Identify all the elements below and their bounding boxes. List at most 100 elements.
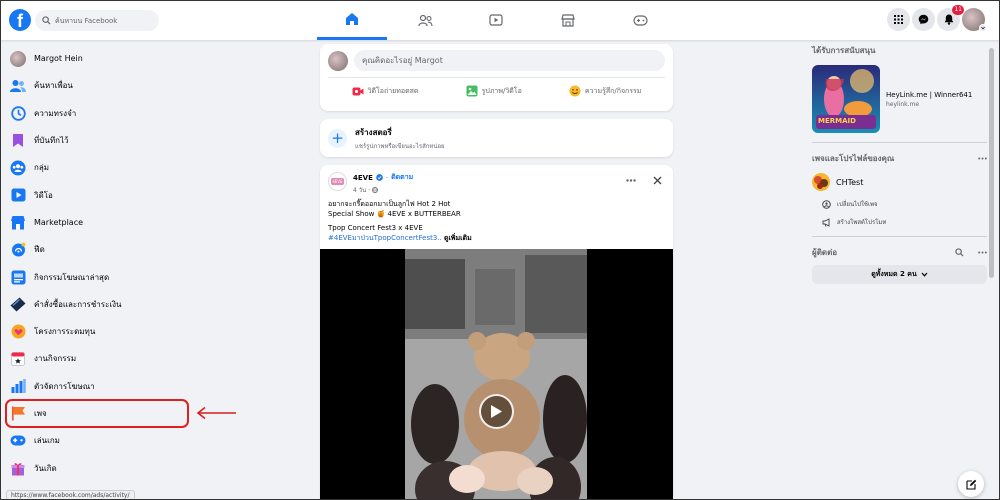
more-options-button[interactable] <box>623 172 639 188</box>
tab-gaming[interactable] <box>605 0 675 40</box>
sidebar-item-gaming[interactable]: เล่นเกม <box>6 427 196 454</box>
video-icon <box>10 187 26 203</box>
tab-friends[interactable] <box>390 0 460 40</box>
marketplace-icon <box>561 13 575 27</box>
feeling-activity-button[interactable]: ความรู้สึก/กิจกรรม <box>565 82 646 100</box>
hide-post-button[interactable] <box>649 172 665 188</box>
scrollbar-thumb[interactable] <box>989 48 994 278</box>
saved-icon <box>10 133 26 149</box>
annotation-arrow <box>196 406 236 420</box>
action-label: รูปภาพ/วิดีโอ <box>481 86 522 95</box>
create-promotion-button[interactable]: สร้างโพสต์โปรโมท <box>812 217 987 227</box>
notifications-button[interactable]: 11 <box>937 5 964 31</box>
sidebar-item-video[interactable]: วิดีโอ <box>6 181 196 208</box>
tab-watch[interactable] <box>461 0 531 40</box>
ad-image-caption: MERMAID <box>818 117 856 125</box>
search-input[interactable] <box>55 16 151 25</box>
post-text-line: อยากจะกรี๊ดออกมาเป็นลูกไฟ Hot 2 Hot <box>328 200 451 208</box>
home-icon <box>346 12 358 25</box>
menu-button[interactable] <box>887 8 910 31</box>
ad-activity-icon <box>10 269 26 285</box>
sidebar-item-events[interactable]: งานกิจกรรม <box>6 345 196 372</box>
sidebar-item-find-friends[interactable]: ค้นหาเพื่อน <box>6 72 196 99</box>
sidebar-item-profile[interactable]: Margot Hein <box>6 45 196 72</box>
sidebar-item-ad-activity[interactable]: กิจกรรมโฆษณาล่าสุด <box>6 263 196 290</box>
chevron-down-icon <box>979 24 987 32</box>
sidebar-item-label: วันเกิด <box>34 463 57 473</box>
divider <box>812 236 987 237</box>
pages-flag-icon <box>10 406 26 422</box>
see-more-link[interactable]: ดูเพิ่มเติม <box>444 234 472 242</box>
status-bar-url: https://www.facebook.com/ads/activity/ <box>6 490 135 500</box>
more-dots-icon[interactable] <box>978 157 987 160</box>
search-icon[interactable] <box>955 248 964 257</box>
follow-link[interactable]: ติดตาม <box>391 172 413 183</box>
page-logo[interactable]: 4EVE <box>328 172 347 191</box>
sidebar-item-groups[interactable]: กลุ่ม <box>6 154 196 181</box>
sidebar-item-label: กลุ่ม <box>34 163 50 173</box>
sidebar-item-birthdays[interactable]: วันเกิด <box>6 454 196 481</box>
fundraisers-icon <box>10 324 26 340</box>
messenger-button[interactable] <box>912 8 935 31</box>
composer-input[interactable]: คุณคิดอะไรอยู่ Margot <box>354 50 665 71</box>
page-item-chtest[interactable]: CHTest <box>812 173 987 191</box>
sidebar-item-label: งานกิจกรรม <box>34 354 77 364</box>
create-story-card[interactable]: + สร้างสตอรี่ แชร์รูปภาพหรือเขียนอะไรสัก… <box>320 119 673 157</box>
sidebar-item-fundraisers[interactable]: โครงการระดมทุน <box>6 318 196 345</box>
megaphone-icon <box>822 217 830 227</box>
scrollbar[interactable] <box>988 40 996 500</box>
photo-video-button[interactable]: รูปภาพ/วิดีโอ <box>462 82 526 100</box>
avatar <box>328 50 348 71</box>
sidebar-item-label: คำสั่งซื้อและการชำระเงิน <box>34 299 122 309</box>
sidebar-item-ads-manager[interactable]: ตัวจัดการโฆษณา <box>6 373 196 400</box>
sidebar-item-label: เล่นเกม <box>34 436 60 446</box>
photo-icon <box>466 85 478 97</box>
play-icon <box>491 405 502 418</box>
bell-icon <box>944 14 953 25</box>
play-button[interactable] <box>479 394 514 429</box>
tab-marketplace[interactable] <box>533 0 603 40</box>
compose-icon <box>965 479 976 490</box>
facebook-logo[interactable]: f <box>9 9 31 31</box>
sidebar-item-label: Marketplace <box>34 217 84 227</box>
more-dots-icon[interactable] <box>978 251 987 254</box>
post-video[interactable] <box>320 249 673 500</box>
hashtag-link[interactable]: #4EVEมาป่วนTpopConcertFest3.. <box>328 234 442 242</box>
sidebar-item-label: วิดีโอ <box>34 190 53 200</box>
divider <box>812 142 987 143</box>
sidebar-item-label: Margot Hein <box>34 54 83 64</box>
video-frame <box>405 249 587 500</box>
new-message-button[interactable] <box>958 471 984 497</box>
live-video-icon <box>352 87 364 95</box>
search-box[interactable] <box>35 10 159 31</box>
sponsored-ad[interactable]: MERMAID HeyLink.me | Winner641 heylink.m… <box>812 65 987 133</box>
close-icon <box>653 176 661 184</box>
events-icon <box>10 351 26 367</box>
sponsored-heading: ได้รับการสนับสนุน <box>812 46 876 55</box>
ads-manager-icon <box>10 378 26 394</box>
page-name[interactable]: 4EVE <box>353 174 373 182</box>
friends-icon <box>417 14 433 26</box>
sidebar-item-memories[interactable]: ความทรงจำ <box>6 100 196 127</box>
sidebar-item-label: โครงการระดมทุน <box>34 327 96 337</box>
divider <box>328 77 665 78</box>
account-button[interactable] <box>962 8 987 32</box>
tab-home[interactable] <box>317 0 387 40</box>
switch-to-page-button[interactable]: เปลี่ยนไปใช้เพจ <box>812 199 987 209</box>
sidebar-item-pages[interactable]: เพจ <box>5 398 189 429</box>
sidebar-item-feeds[interactable]: ฟีด <box>6 236 196 263</box>
sidebar-item-saved[interactable]: ที่บันทึกไว้ <box>6 127 196 154</box>
verified-badge-icon <box>376 174 383 181</box>
search-icon <box>42 16 51 25</box>
see-all-contacts-button[interactable]: ดูทั้งหมด 2 คน <box>812 265 987 284</box>
ad-image[interactable]: MERMAID <box>812 65 880 133</box>
sidebar-item-label: ที่บันทึกไว้ <box>34 136 69 146</box>
more-dots-icon <box>626 178 636 182</box>
live-video-button[interactable]: วิดีโอถ่ายทอดสด <box>348 82 423 100</box>
watch-icon <box>489 14 503 26</box>
switch-profile-icon <box>822 199 831 209</box>
sidebar-item-marketplace[interactable]: Marketplace <box>6 209 196 236</box>
sidebar-item-orders-payments[interactable]: คำสั่งซื้อและการชำระเงิน <box>6 291 196 318</box>
post-time[interactable]: 4 วัน <box>353 185 366 195</box>
sidebar-item-label: ความทรงจำ <box>34 108 77 118</box>
